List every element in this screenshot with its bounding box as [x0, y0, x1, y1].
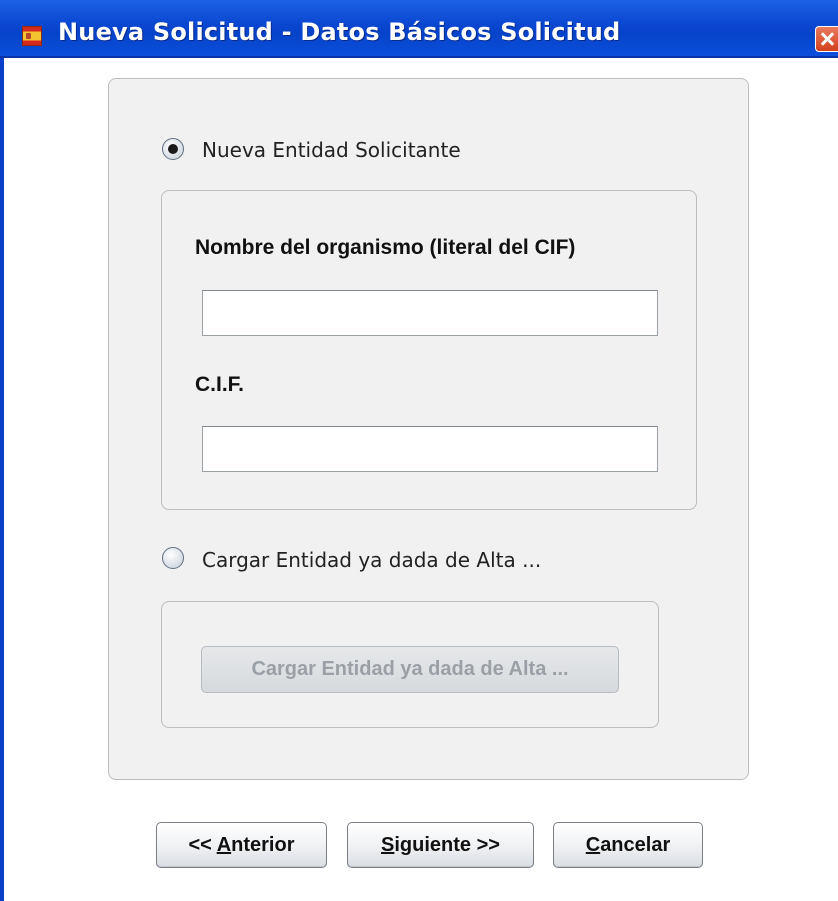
load-entity-button[interactable]: Cargar Entidad ya dada de Alta ...: [201, 646, 619, 693]
window-title: Nueva Solicitud - Datos Básicos Solicitu…: [58, 18, 621, 46]
app-icon: [22, 26, 42, 46]
radio-load-entity-label[interactable]: Cargar Entidad ya dada de Alta ...: [202, 548, 541, 572]
previous-button-rest: nterior: [231, 834, 295, 856]
close-icon[interactable]: [815, 26, 838, 52]
cancel-button-rest: ancelar: [600, 834, 671, 856]
next-button-mnemonic: S: [381, 834, 395, 856]
cif-label: C.I.F.: [195, 373, 245, 396]
cancel-button[interactable]: Cancelar: [553, 822, 703, 868]
previous-button-mnemonic: A: [216, 834, 232, 856]
organism-name-label: Nombre del organismo (literal del CIF): [195, 236, 576, 259]
radio-new-entity[interactable]: [162, 138, 184, 160]
window-title-bar[interactable]: Nueva Solicitud - Datos Básicos Solicitu…: [0, 0, 838, 58]
previous-button-prefix: <<: [188, 834, 217, 856]
radio-load-entity[interactable]: [162, 547, 184, 569]
cif-input[interactable]: [202, 426, 658, 472]
next-button[interactable]: Siguiente >>: [347, 822, 534, 868]
organism-name-input[interactable]: [202, 290, 658, 336]
previous-button[interactable]: << Anterior: [156, 822, 327, 868]
window-frame-left: [0, 58, 4, 901]
cancel-button-mnemonic: C: [585, 834, 601, 856]
next-button-rest: iguiente >>: [394, 834, 500, 856]
radio-new-entity-label[interactable]: Nueva Entidad Solicitante: [202, 138, 461, 162]
